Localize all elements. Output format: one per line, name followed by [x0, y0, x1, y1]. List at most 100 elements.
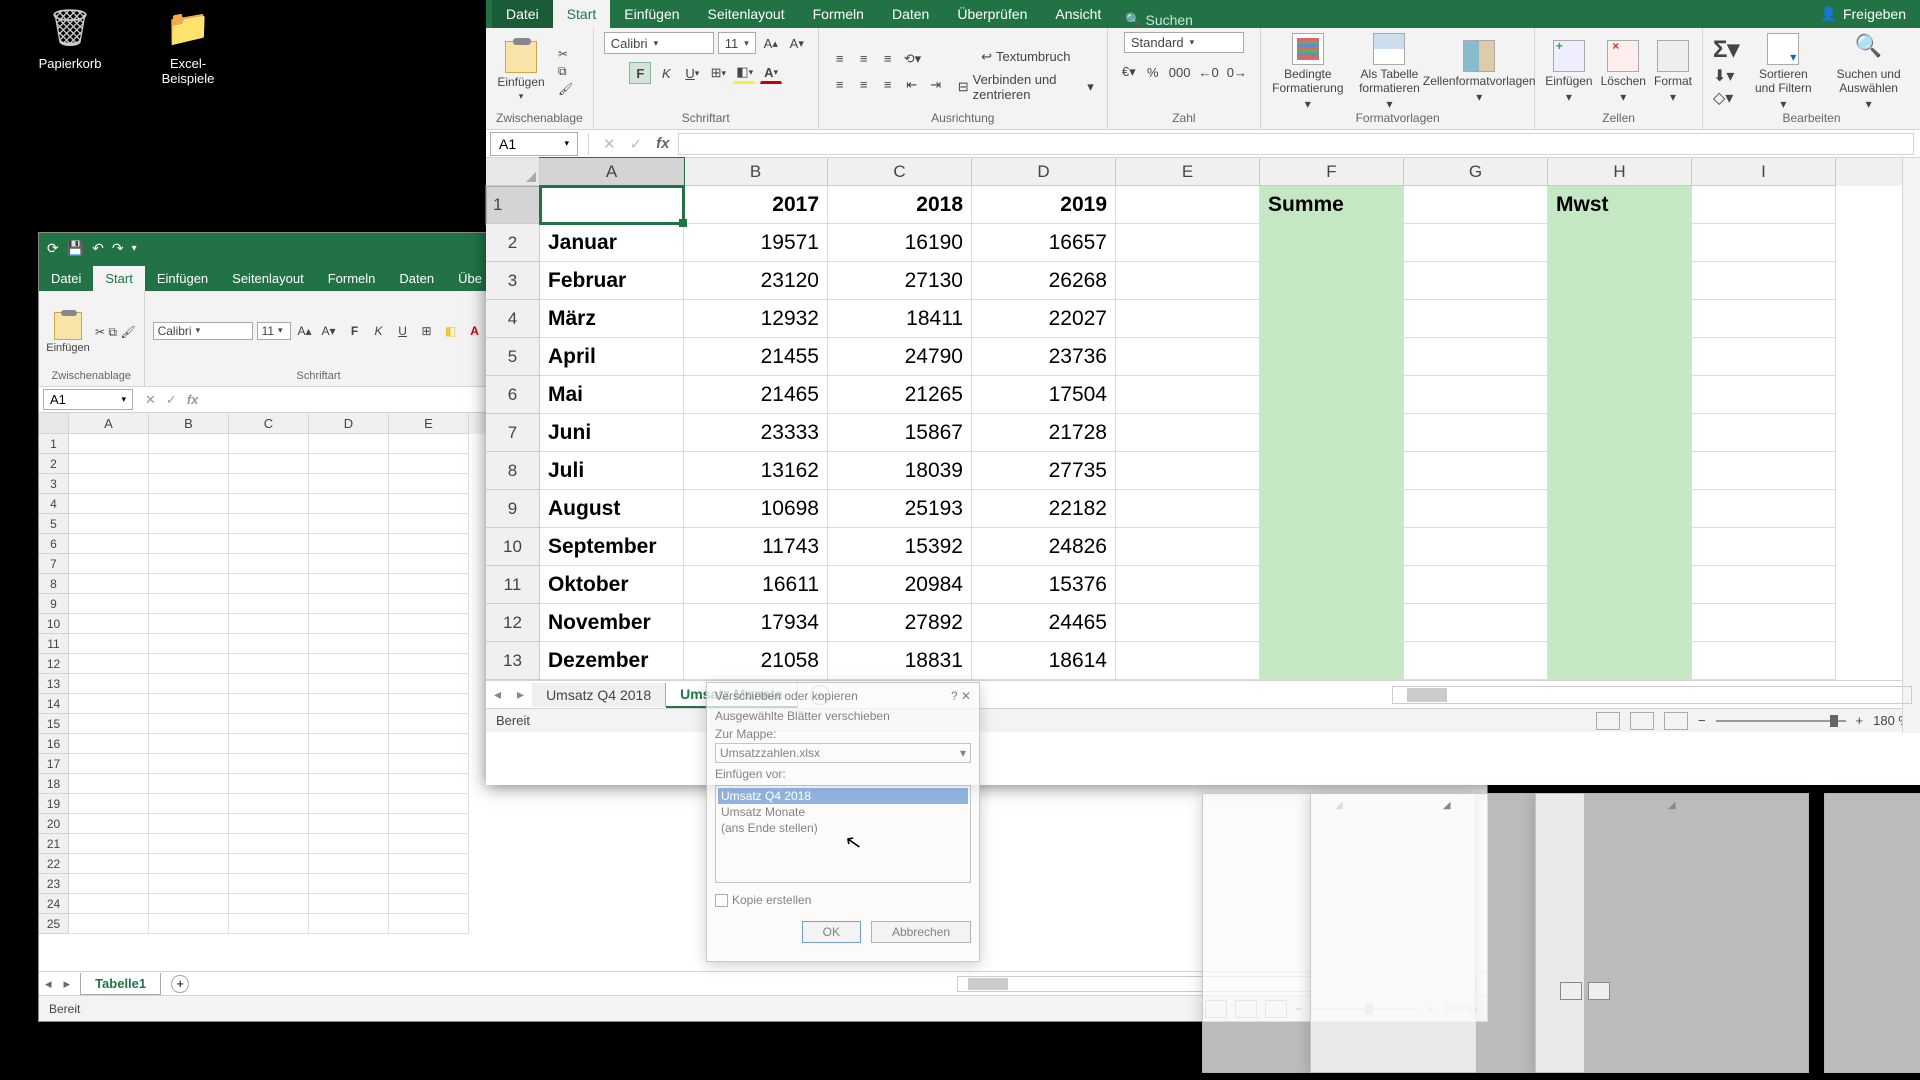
cell[interactable] [1404, 376, 1548, 414]
cell[interactable] [229, 914, 309, 934]
cell[interactable] [149, 694, 229, 714]
shrink-font-button[interactable]: A▾ [319, 321, 339, 341]
cell[interactable] [309, 514, 389, 534]
format-painter-button[interactable] [120, 325, 135, 339]
row-header[interactable]: 25 [39, 914, 69, 934]
percent-button[interactable]: % [1142, 61, 1164, 83]
cell[interactable] [1692, 452, 1836, 490]
cell[interactable] [1260, 414, 1404, 452]
font-color-button[interactable]: A▾ [760, 62, 782, 84]
cell[interactable] [229, 594, 309, 614]
ok-button[interactable]: OK [802, 921, 861, 943]
row-header[interactable]: 11 [39, 634, 69, 654]
cell[interactable]: September [540, 528, 684, 566]
cell[interactable] [1548, 376, 1692, 414]
row-header[interactable]: 4 [486, 300, 540, 338]
row-header[interactable]: 12 [39, 654, 69, 674]
view-page-break-button[interactable] [1664, 712, 1688, 730]
enter-formula-icon[interactable]: ✓ [630, 135, 643, 153]
cell[interactable]: 23736 [972, 338, 1116, 376]
row-header[interactable]: 9 [486, 490, 540, 528]
row-header[interactable]: 12 [486, 604, 540, 642]
cell[interactable] [389, 734, 469, 754]
cell[interactable] [309, 794, 389, 814]
cell[interactable] [309, 434, 389, 454]
cell[interactable] [1692, 604, 1836, 642]
cell[interactable]: Februar [540, 262, 684, 300]
cell[interactable] [1548, 604, 1692, 642]
cell[interactable] [1548, 414, 1692, 452]
row-header[interactable]: 14 [39, 694, 69, 714]
tab-file[interactable]: Datei [492, 0, 553, 28]
spreadsheet-grid-front[interactable]: A B C D E F G H I 1201720182019SummeMwst… [486, 158, 1920, 680]
cell[interactable] [149, 454, 229, 474]
cell[interactable] [229, 614, 309, 634]
cell[interactable] [1260, 604, 1404, 642]
cell[interactable] [1548, 300, 1692, 338]
cell[interactable]: Summe [1260, 186, 1404, 224]
column-header[interactable]: H [1548, 158, 1692, 186]
view-page-layout-button[interactable] [1630, 712, 1654, 730]
cell[interactable] [1404, 490, 1548, 528]
cell[interactable]: Juni [540, 414, 684, 452]
enter-formula-icon[interactable]: ✓ [166, 392, 177, 408]
cell[interactable]: 23120 [684, 262, 828, 300]
cell[interactable] [229, 574, 309, 594]
cell[interactable] [229, 434, 309, 454]
tab-formulas[interactable]: Formeln [799, 0, 878, 28]
cell[interactable] [389, 534, 469, 554]
row-header[interactable]: 3 [486, 262, 540, 300]
row-header[interactable]: 23 [39, 874, 69, 894]
row-header[interactable]: 17 [39, 754, 69, 774]
borders-button[interactable]: ⊞ [417, 321, 437, 341]
cell[interactable] [229, 714, 309, 734]
cell[interactable]: 2017 [684, 186, 828, 224]
cell[interactable] [229, 814, 309, 834]
qat-customize-icon[interactable]: ▾ [132, 243, 137, 254]
cell[interactable] [229, 734, 309, 754]
fill-color-button[interactable]: ◧ [441, 321, 461, 341]
cell[interactable]: 27130 [828, 262, 972, 300]
cell[interactable] [149, 474, 229, 494]
cell[interactable] [229, 454, 309, 474]
row-header[interactable]: 16 [39, 734, 69, 754]
cell[interactable] [389, 774, 469, 794]
cell[interactable] [389, 834, 469, 854]
row-header[interactable]: 6 [486, 376, 540, 414]
cell[interactable] [69, 794, 149, 814]
cell[interactable] [69, 474, 149, 494]
cell[interactable] [1116, 186, 1260, 224]
cell-styles-button[interactable]: Zellenformatvorlagen▾ [1434, 40, 1524, 104]
view-page-layout-button[interactable] [1588, 982, 1610, 1000]
grow-font-button[interactable]: A▴ [295, 321, 315, 341]
cell[interactable] [1692, 186, 1836, 224]
cell[interactable]: 21058 [684, 642, 828, 680]
cell[interactable] [1404, 566, 1548, 604]
column-header[interactable]: I [1692, 158, 1836, 186]
formula-bar[interactable] [678, 133, 1915, 155]
qat-undo-icon[interactable]: ↶ [92, 240, 104, 257]
cell[interactable]: Mwst [1548, 186, 1692, 224]
share-button[interactable]: Freigeben [1807, 0, 1920, 28]
cell[interactable]: Mai [540, 376, 684, 414]
cell[interactable] [1260, 262, 1404, 300]
cell[interactable] [1116, 338, 1260, 376]
cell[interactable]: 24465 [972, 604, 1116, 642]
cell[interactable] [149, 814, 229, 834]
cell[interactable]: Juli [540, 452, 684, 490]
cell[interactable] [1692, 528, 1836, 566]
cell[interactable]: 25193 [828, 490, 972, 528]
font-size-select[interactable]: 11▾ [257, 322, 291, 340]
cell[interactable]: August [540, 490, 684, 528]
cell[interactable]: 21265 [828, 376, 972, 414]
italic-button[interactable]: K [655, 62, 677, 84]
cell[interactable] [69, 594, 149, 614]
cell[interactable] [309, 694, 389, 714]
cell[interactable] [1404, 604, 1548, 642]
tab-review[interactable]: Überprüfen [943, 0, 1041, 28]
row-header[interactable]: 20 [39, 814, 69, 834]
dialog-launcher-icon[interactable]: ◢ [1535, 793, 1809, 1073]
cell[interactable]: 2018 [828, 186, 972, 224]
cell[interactable]: Oktober [540, 566, 684, 604]
cell[interactable]: 27892 [828, 604, 972, 642]
